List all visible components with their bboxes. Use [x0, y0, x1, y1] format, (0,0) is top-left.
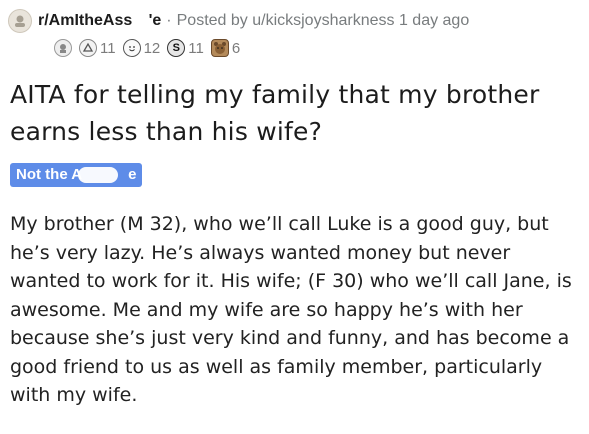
award-wholesome-icon: [122, 39, 141, 57]
subreddit-suffix: 'e: [148, 12, 162, 29]
award-item[interactable]: 6: [210, 39, 241, 57]
flair-redaction: [78, 167, 118, 183]
award-item[interactable]: 11: [79, 39, 116, 57]
post-card: r/AmItheAss 'e · Posted by u/kicksjoysha…: [0, 0, 589, 434]
meta-separator: ·: [166, 12, 172, 29]
post-meta: r/AmItheAss 'e · Posted by u/kicksjoysha…: [8, 8, 469, 34]
subreddit-avatar-icon[interactable]: [8, 9, 32, 33]
flair-label: Not the A: [16, 166, 83, 183]
award-silver-icon: [54, 39, 72, 57]
subreddit-link[interactable]: r/AmItheAss 'e: [38, 12, 161, 30]
flair-suffix: e: [128, 166, 137, 183]
award-helpful-icon: [79, 39, 97, 57]
award-item[interactable]: S 11: [167, 39, 204, 57]
posted-by[interactable]: Posted by u/kicksjoysharkness 1 day ago: [177, 12, 470, 30]
award-count: 6: [231, 39, 241, 57]
post-body: My brother (M 32), who we’ll call Luke i…: [10, 213, 572, 406]
award-item[interactable]: [54, 39, 72, 57]
award-count: 12: [143, 39, 161, 57]
awards-row[interactable]: 11 12 S 11 6: [54, 36, 244, 60]
award-coin-icon: S: [167, 39, 186, 57]
award-count: 11: [188, 39, 204, 57]
award-item[interactable]: 12: [122, 39, 161, 57]
award-count: 11: [100, 39, 116, 57]
subreddit-name: r/AmItheAss: [38, 12, 133, 29]
post-title[interactable]: AITA for telling my family that my broth…: [10, 76, 580, 150]
post-flair[interactable]: Not the A e: [10, 163, 142, 187]
award-bear-icon: [210, 39, 229, 57]
